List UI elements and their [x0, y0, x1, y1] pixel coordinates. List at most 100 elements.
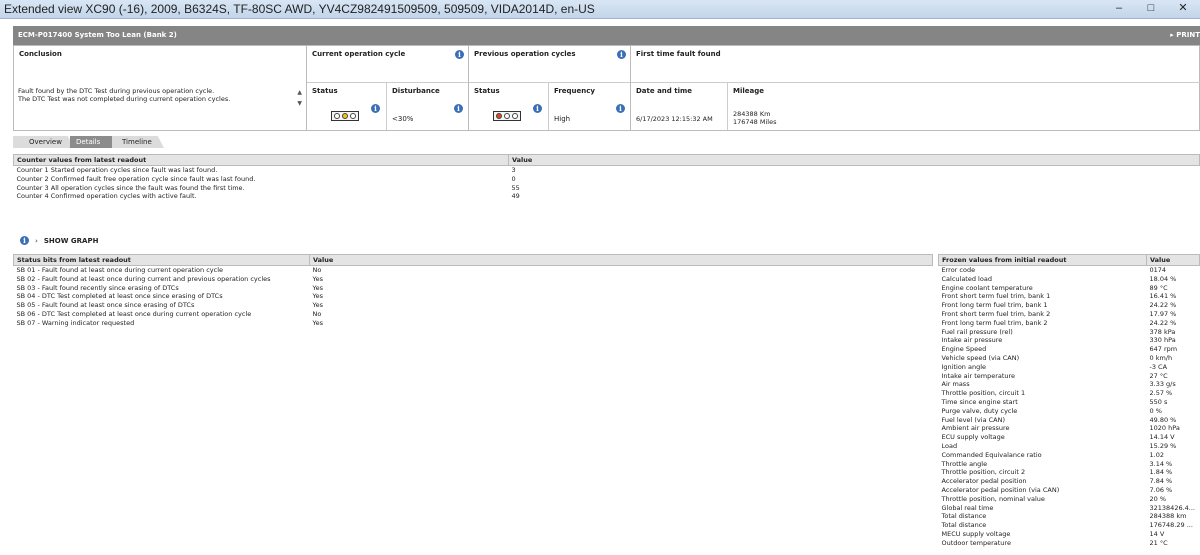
minimize-icon[interactable]: – [1106, 1, 1132, 17]
table-row: Engine Speed 647 rpm [939, 345, 1200, 354]
close-icon[interactable]: ✕ [1170, 1, 1196, 17]
row-label: Global real time [941, 503, 994, 512]
mileage-km: 284388 Km [733, 110, 771, 118]
row-value: 16.41 % [1149, 292, 1177, 301]
row-value: -3 CA [1149, 362, 1168, 371]
table-row: SB 03 - Fault found recently since erasi… [14, 284, 933, 293]
tab-timeline[interactable]: Timeline [112, 136, 164, 148]
info-icon[interactable]: i [455, 50, 464, 59]
row-value: 14 V [1149, 529, 1165, 538]
row-value: 24.22 % [1149, 301, 1177, 310]
table-row: Accelerator pedal position 7.84 % [939, 477, 1200, 486]
row-label: Counter 2 Confirmed fault free operation… [16, 174, 256, 183]
row-label: Engine Speed [941, 345, 987, 354]
row-value: 176748.29 ... [1149, 521, 1193, 530]
row-label: Accelerator pedal position (via CAN) [941, 485, 1060, 494]
table-row: SB 04 - DTC Test completed at least once… [14, 292, 933, 301]
status-bits-table: Status bits from latest readout Value SB… [13, 254, 933, 328]
row-value: 14.14 V [1149, 433, 1175, 442]
mileage-label: Mileage [733, 87, 764, 95]
row-value: 0 % [1149, 406, 1162, 415]
conclusion-scroll[interactable]: ▲ ▼ [297, 87, 302, 109]
show-graph-link[interactable]: i › SHOW GRAPH [20, 236, 98, 245]
table-row: Engine coolant temperature 89 °C [939, 284, 1200, 293]
row-label: Fuel rail pressure (rel) [941, 327, 1013, 336]
row-value: 20 % [1149, 494, 1167, 503]
info-icon[interactable]: i [371, 104, 380, 113]
table-row: Commanded Equivalance ratio 1.02 [939, 451, 1200, 460]
table-row: Counter 3 All operation cycles since the… [14, 184, 1200, 193]
row-label: MECU supply voltage [941, 529, 1011, 538]
info-icon[interactable]: i [20, 236, 29, 245]
table-row: SB 02 - Fault found at least once during… [14, 275, 933, 284]
row-value: Yes [312, 283, 324, 292]
row-value: 3.14 % [1149, 459, 1173, 468]
chevron-right-icon: › [35, 236, 38, 245]
window-title: Extended view XC90 (-16), 2009, B6324S, … [4, 2, 595, 16]
row-value: 647 rpm [1149, 345, 1178, 354]
table-row: SB 06 - DTC Test completed at least once… [14, 310, 933, 319]
counters-value-header: Value [508, 154, 1200, 166]
row-label: Intake air temperature [941, 371, 1016, 380]
table-row: Outdoor temperature 21 °C [939, 539, 1200, 548]
row-label: Throttle position, nominal value [941, 494, 1045, 503]
scroll-down-icon[interactable]: ▼ [297, 98, 302, 109]
row-label: SB 03 - Fault found recently since erasi… [16, 283, 179, 292]
disturbance-label: Disturbance [392, 87, 440, 95]
previous-cycles-section: Previous operation cycles i Status i Freq… [469, 46, 631, 130]
row-value: Yes [312, 274, 324, 283]
table-row: Vehicle speed (via CAN) 0 km/h [939, 354, 1200, 363]
frozen-value-header: Value [1146, 254, 1200, 266]
tab-overview[interactable]: Overview [13, 136, 75, 148]
info-icon[interactable]: i [454, 104, 463, 113]
current-status-label: Status [312, 87, 338, 95]
table-row: Front short term fuel trim, bank 2 17.97 … [939, 310, 1200, 319]
table-row: Intake air pressure 330 hPa [939, 336, 1200, 345]
print-button[interactable]: ▸ PRINT [1170, 26, 1200, 45]
counters-header: Counter values from latest readout [13, 154, 509, 166]
row-value: 49.80 % [1149, 415, 1177, 424]
info-icon[interactable]: i [617, 50, 626, 59]
lamp-off [334, 113, 340, 119]
row-label: Counter 1 Started operation cycles since… [16, 166, 218, 174]
row-label: Engine coolant temperature [941, 283, 1033, 292]
disturbance-value: <30% [392, 115, 414, 123]
table-row: SB 05 - Fault found at least once since … [14, 301, 933, 310]
info-icon[interactable]: i [616, 104, 625, 113]
lamp-yellow [342, 113, 348, 119]
row-value: 0 km/h [1149, 353, 1173, 362]
row-label: Throttle position, circuit 1 [941, 389, 1026, 398]
row-value: 7.06 % [1149, 485, 1173, 494]
row-value: 330 hPa [1149, 336, 1176, 345]
row-label: SB 06 - DTC Test completed at least once… [16, 309, 252, 318]
show-graph-label[interactable]: SHOW GRAPH [44, 237, 99, 245]
current-status-lights [331, 111, 359, 121]
row-label: Front long term fuel trim, bank 1 [941, 301, 1048, 310]
row-label: Total distance [941, 512, 987, 521]
table-row: Calculated load 18.04 % [939, 275, 1200, 284]
row-label: Air mass [941, 380, 970, 389]
row-value: 2.57 % [1149, 389, 1173, 398]
table-row: Error code 0174 [939, 266, 1200, 275]
row-value: No [312, 309, 322, 318]
scroll-up-icon[interactable]: ▲ [297, 87, 302, 98]
table-row: Global real time 32138426.4... [939, 504, 1200, 513]
table-row: Air mass 3.33 g/s [939, 380, 1200, 389]
row-label: SB 01 - Fault found at least once during… [16, 266, 224, 274]
info-icon[interactable]: i [533, 104, 542, 113]
lamp-off [512, 113, 518, 119]
row-value: No [312, 266, 322, 274]
table-row: Intake air temperature 27 °C [939, 372, 1200, 381]
mileage-miles: 176748 Miles [733, 118, 777, 126]
conclusion-section: Conclusion Fault found by the DTC Test d… [14, 46, 307, 130]
frozen-header: Frozen values from initial readout [938, 254, 1147, 266]
row-value: 7.84 % [1149, 477, 1173, 486]
lamp-off [504, 113, 510, 119]
maximize-icon[interactable]: □ [1138, 1, 1164, 17]
row-value: 3.33 g/s [1149, 380, 1176, 389]
row-label: Fuel level (via CAN) [941, 415, 1006, 424]
previous-status-label: Status [474, 87, 500, 95]
row-value: Yes [312, 318, 324, 327]
table-row: Total distance 176748.29 ... [939, 521, 1200, 530]
row-label: ECU supply voltage [941, 433, 1005, 442]
